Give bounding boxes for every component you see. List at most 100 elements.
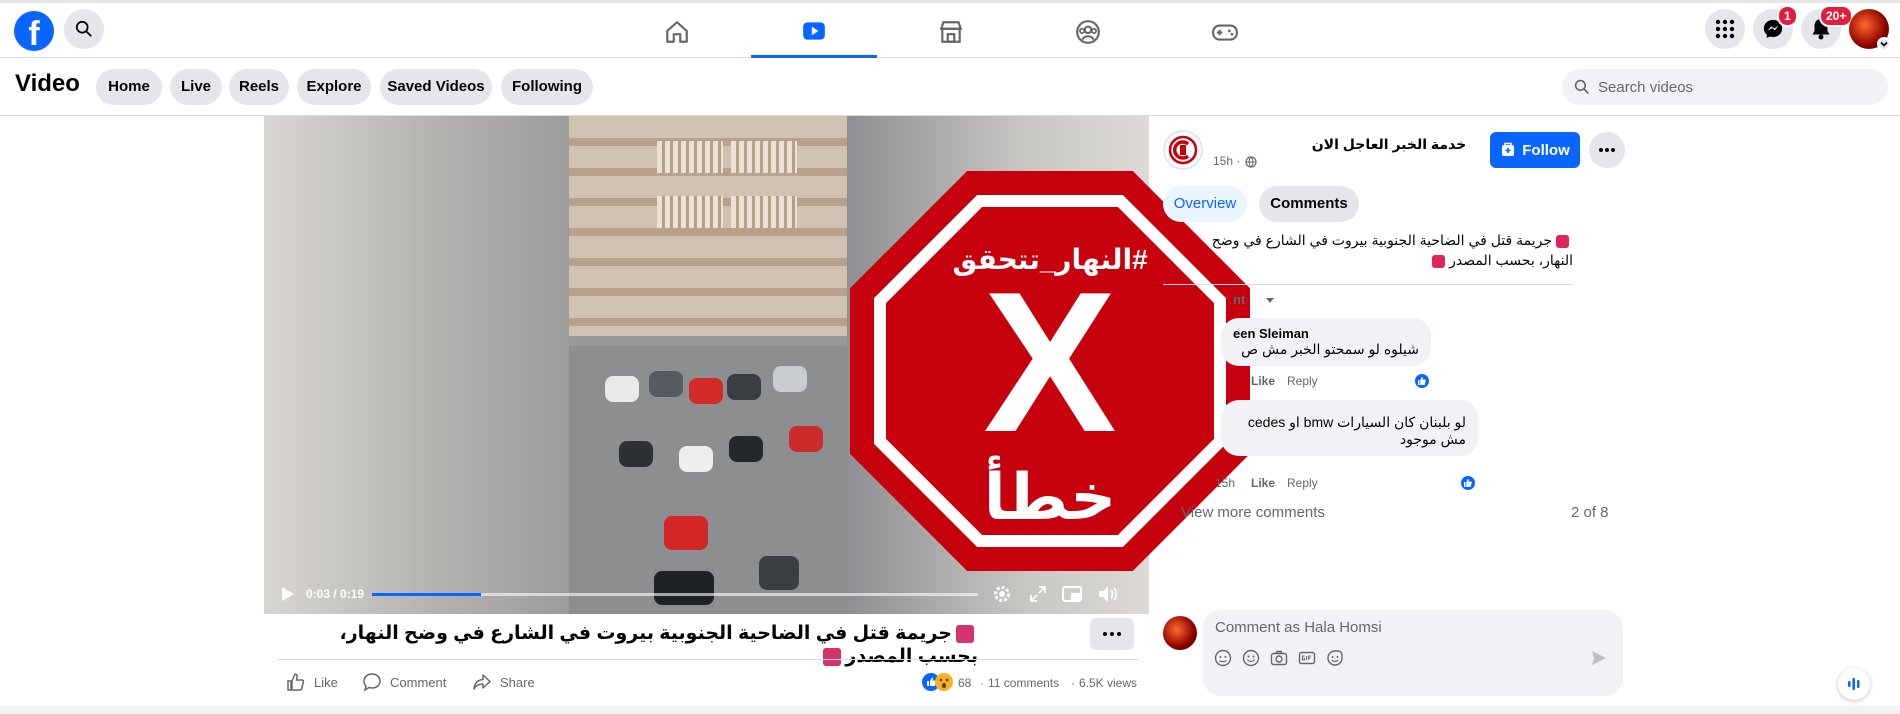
sticker-icon [1327,650,1343,666]
tab-following[interactable]: Following [501,69,593,105]
tab-saved-videos[interactable]: Saved Videos [380,69,492,105]
photo-button[interactable] [1269,648,1289,668]
messenger-badge: 1 [1777,5,1798,27]
comment-button[interactable]: Comment [362,672,446,692]
follow-icon [1502,142,1515,156]
comment-like-reaction[interactable] [1459,474,1477,492]
comment-reply-link[interactable]: Reply [1287,476,1318,490]
send-icon [1592,651,1606,665]
channel-logo-icon [1168,135,1198,165]
share-label: Share [500,674,535,690]
gif-icon [1298,651,1316,665]
follow-button[interactable]: Follow [1490,132,1580,168]
video-awning [731,141,797,173]
tab-overview[interactable]: Overview [1163,186,1247,222]
search-videos-input[interactable] [1598,78,1858,96]
comment-like-link[interactable]: Like [1251,374,1275,388]
like-button[interactable]: Like [286,672,338,692]
follow-label: Follow [1522,141,1570,159]
video-search-box[interactable] [1562,69,1888,105]
comment-time[interactable]: 15h [1215,476,1235,490]
emoji-button[interactable] [1241,648,1261,668]
comment-reply-link[interactable]: Reply [1287,374,1318,388]
miniplayer-icon [1062,586,1082,602]
gif-button[interactable] [1297,648,1317,668]
red-square-emoji [823,647,842,666]
video-car [773,366,807,392]
reaction-count[interactable]: 68 [958,676,971,690]
comment-author[interactable]: een Sleiman [1233,326,1419,341]
comment-sort-label[interactable]: nt [1233,292,1245,307]
avatar-sticker-button[interactable] [1213,648,1233,668]
share-button[interactable]: Share [472,672,535,692]
comment-like-link[interactable]: Like [1251,476,1275,490]
commenter-avatar[interactable] [1163,616,1197,650]
video-title-text: جريمة قتل في الضاحية الجنوبية بيروت في ا… [339,623,978,667]
facebook-logo-icon[interactable]: f [14,11,54,53]
notifications-badge: 20+ [1819,5,1854,27]
home-icon [666,21,688,43]
menu-button[interactable] [1705,9,1745,49]
tab-groups[interactable] [1025,6,1151,58]
divider [278,659,1138,660]
volume-button[interactable] [1096,582,1120,606]
red-square-emoji [1556,234,1569,248]
tab-video[interactable] [751,6,877,58]
video-awning [657,141,723,173]
tab-gaming[interactable] [1162,6,1288,58]
chevron-down-icon[interactable] [1265,297,1275,305]
comment-text-line2: مش موجود [1399,431,1466,447]
comment-composer[interactable]: Comment as Hala Homsi [1203,610,1623,696]
sticker-button[interactable] [1325,648,1345,668]
search-icon [1574,79,1589,94]
comment-input-placeholder[interactable]: Comment as Hala Homsi [1215,619,1382,636]
dot-separator: · [980,676,984,690]
tab-comments[interactable]: Comments [1259,186,1359,222]
video-title: جريمة قتل في الضاحية الجنوبية بيروت في ا… [278,622,978,667]
view-more-comments-link[interactable]: View more comments [1181,504,1325,521]
channel-avatar[interactable] [1163,130,1203,170]
tab-home[interactable] [614,6,740,58]
play-button[interactable] [276,582,300,606]
video-car [649,371,683,397]
fullscreen-button[interactable] [1026,582,1050,606]
dot-separator: · [1071,676,1075,690]
comment-bubble: لو بلبنان كان السيارات bmw او cedes مش م… [1221,400,1478,456]
video-car [729,436,763,462]
video-progress-bar[interactable] [372,593,978,596]
video-play-icon [803,21,825,40]
tab-video-home[interactable]: Home [96,69,162,105]
top-navigation-bar: f 1 20+ [0,0,1900,58]
like-label: Like [314,674,338,690]
tab-live[interactable]: Live [170,69,222,105]
miniplayer-button[interactable] [1060,582,1084,606]
thumbs-up-icon [1464,479,1472,487]
search-button[interactable] [64,9,104,49]
video-subnav: Video Home Live Reels Explore Saved Vide… [0,58,1900,116]
video-frame [569,116,847,614]
send-comment-button[interactable] [1589,648,1609,668]
video-car [789,426,823,452]
account-chevron-icon[interactable] [1877,37,1891,51]
audio-wave-button[interactable] [1838,668,1870,700]
video-more-options-button[interactable] [1090,618,1134,650]
tab-reels[interactable]: Reels [229,69,289,105]
globe-icon [1245,156,1257,168]
expand-icon [1030,586,1046,602]
tab-explore[interactable]: Explore [297,69,371,105]
comment-like-reaction[interactable] [1413,372,1431,390]
page-title: Video [15,70,80,97]
channel-more-button[interactable] [1589,132,1625,168]
comments-count[interactable]: 11 comments [988,676,1059,690]
gaming-controller-icon [1212,24,1238,41]
wow-reaction-icon [935,673,953,691]
settings-button[interactable] [990,582,1014,606]
channel-name[interactable]: خدمة الخبر العاجل الان [1269,136,1509,153]
tab-marketplace[interactable] [888,6,1014,58]
video-time: 0:03 / 0:19 [306,587,365,601]
red-square-emoji [1432,254,1446,268]
sound-wave-icon [1848,678,1860,690]
post-time[interactable]: 15h · [1213,154,1240,168]
comment-icon [363,673,381,692]
post-description: جريمة قتل في الضاحية الجنوبية بيروت في ا… [1209,230,1573,270]
